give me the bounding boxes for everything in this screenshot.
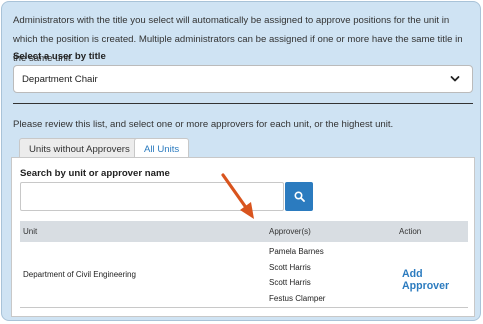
tab-all-units[interactable]: All Units [134, 138, 190, 158]
column-header-action: Action [399, 227, 422, 236]
search-button[interactable] [285, 182, 313, 211]
select-label: Select a user by title [13, 51, 106, 62]
section-divider [13, 103, 473, 104]
select-value: Department Chair [22, 74, 98, 85]
search-label: Search by unit or approver name [20, 168, 170, 179]
approver-settings-panel: Administrators with the title you select… [1, 1, 481, 321]
approver-name: Festus Clamper [269, 293, 326, 303]
column-header-approvers: Approver(s) [269, 227, 311, 236]
approver-list: Pamela Barnes Scott Harris Scott Harris … [269, 244, 325, 306]
add-approver-link[interactable]: Add Approver [402, 268, 468, 292]
title-select[interactable]: Department Chair [13, 65, 473, 93]
unit-name: Department of Civil Engineering [23, 270, 136, 279]
approver-name: Scott Harris [269, 278, 311, 287]
table-header: Unit Approver(s) Action [20, 221, 468, 242]
annotation-arrow-icon [221, 173, 254, 219]
approver-name: Pamela Barnes [269, 247, 324, 256]
approver-name: Scott Harris [269, 262, 311, 272]
column-header-unit: Unit [23, 227, 38, 236]
search-icon [294, 191, 305, 202]
tab-units-without-approvers[interactable]: Units without Approvers [19, 138, 140, 158]
review-text: Please review this list, and select one … [13, 119, 394, 130]
table-row: Department of Civil Engineering Pamela B… [20, 242, 468, 308]
chevron-down-icon [450, 76, 460, 82]
